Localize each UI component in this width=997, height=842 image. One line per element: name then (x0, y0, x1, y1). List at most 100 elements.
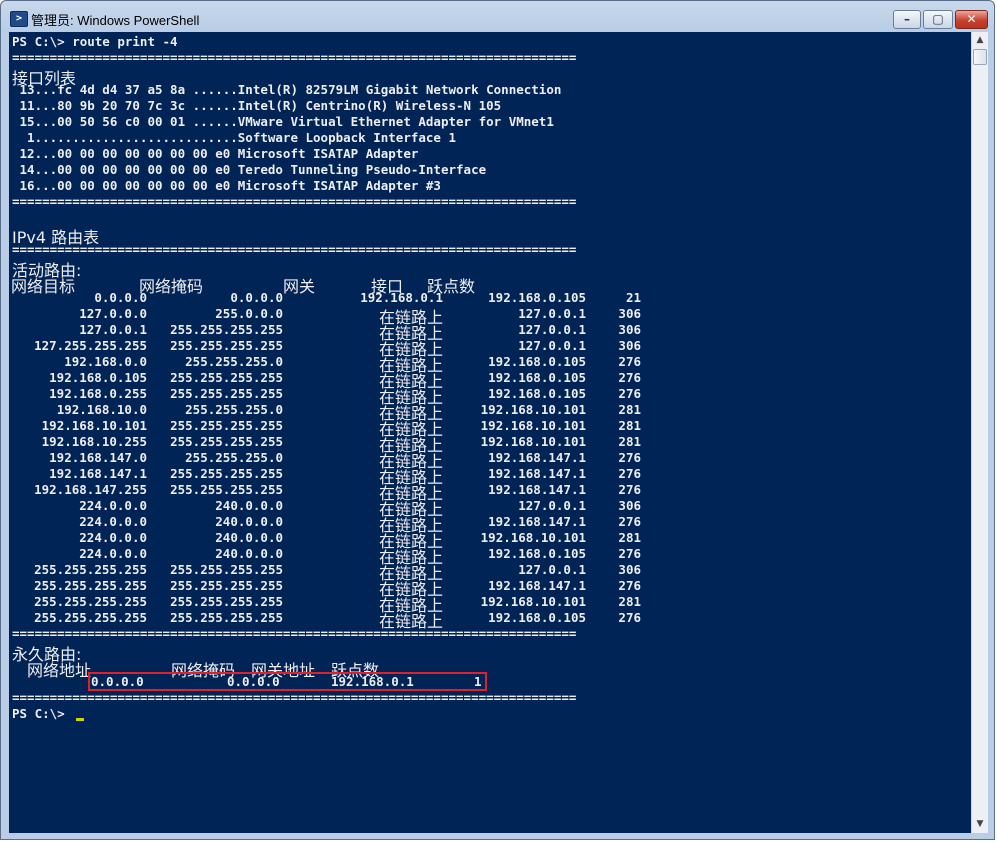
table-row: 127.0.0.0 255.0.0.0 在链路上 127.0.0.1 306 (9, 306, 659, 327)
table-row: 224.0.0.0 240.0.0.0 在链路上 127.0.0.1 306 (9, 498, 659, 519)
route-interface: 192.168.10.101 (480, 418, 586, 433)
route-destination: 224.0.0.0 (79, 546, 147, 561)
route-destination: 224.0.0.0 (79, 514, 147, 529)
interface-list-heading: 接口列表 (12, 69, 77, 88)
route-metric: 276 (618, 354, 641, 369)
route-interface: 127.0.0.1 (518, 322, 586, 337)
route-metric: 276 (618, 386, 641, 401)
route-metric: 306 (618, 306, 641, 321)
table-row: 224.0.0.0 240.0.0.0 在链路上 192.168.10.101 281 (9, 530, 659, 551)
route-destination: 192.168.147.0 (49, 450, 147, 465)
active-routes-heading: 活动路由: (12, 261, 82, 280)
route-netmask: 255.255.255.255 (170, 418, 283, 433)
minimize-button[interactable]: – (893, 10, 921, 29)
interface-line: 13...fc 4d d4 37 a5 8a ......Intel(R) 82… (12, 82, 562, 97)
text-cursor (76, 718, 84, 721)
window-title: 管理员: Windows PowerShell (31, 13, 200, 28)
route-destination: 255.255.255.255 (34, 594, 147, 609)
route-destination: 127.0.0.1 (79, 322, 147, 337)
route-destination: 224.0.0.0 (79, 530, 147, 545)
route-interface: 192.168.10.101 (480, 434, 586, 449)
scroll-thumb[interactable] (973, 49, 987, 65)
route-gateway: 192.168.0.1 (360, 290, 443, 305)
table-row: 192.168.147.1 255.255.255.255 在链路上 192.168.… (9, 466, 659, 487)
separator: ========================================… (12, 194, 577, 209)
route-interface: 192.168.10.101 (480, 402, 586, 417)
route-metric: 276 (618, 450, 641, 465)
route-destination: 192.168.0.255 (49, 386, 147, 401)
route-netmask: 255.255.255.255 (170, 322, 283, 337)
table-row: 192.168.147.255 255.255.255.255 在链路上 192.16… (9, 482, 659, 503)
route-netmask: 240.0.0.0 (215, 498, 283, 513)
scroll-up-arrow-icon[interactable]: ▲ (972, 32, 988, 49)
route-metric: 21 (625, 290, 641, 305)
route-interface: 192.168.147.1 (488, 578, 586, 593)
route-destination: 192.168.147.255 (34, 482, 147, 497)
title-bar[interactable]: > 管理员: Windows PowerShell – ▢ ✕ (1, 1, 994, 33)
powershell-icon[interactable]: > (10, 11, 28, 27)
separator: ========================================… (12, 690, 577, 705)
route-netmask: 255.255.255.255 (170, 562, 283, 577)
route-interface: 127.0.0.1 (518, 338, 586, 353)
maximize-button[interactable]: ▢ (923, 10, 953, 29)
table-row: 127.255.255.255 255.255.255.255 在链路上 127.0.… (9, 338, 659, 359)
table-row: 192.168.10.0 255.255.255.0 在链路上 192.168.10.… (9, 402, 659, 423)
active-col-destination: 网络目标 (11, 277, 76, 296)
route-destination: 127.0.0.0 (79, 306, 147, 321)
highlight-annotation-box (88, 672, 487, 691)
route-destination: 0.0.0.0 (94, 290, 147, 305)
route-metric: 281 (618, 402, 641, 417)
route-interface: 127.0.0.1 (518, 498, 586, 513)
route-metric: 306 (618, 562, 641, 577)
route-interface: 192.168.0.105 (488, 370, 586, 385)
route-netmask: 255.255.255.0 (185, 450, 283, 465)
table-row: 192.168.0.105 255.255.255.255 在链路上 192.168.… (9, 370, 659, 391)
prompt-command: PS C:\> route print -4 (12, 34, 178, 49)
interface-line: 16...00 00 00 00 00 00 00 e0 Microsoft I… (12, 178, 441, 193)
ipv4-heading: IPv4 路由表 (12, 228, 100, 247)
table-row: 224.0.0.0 240.0.0.0 在链路上 192.168.0.105 276 (9, 546, 659, 567)
separator: ========================================… (12, 50, 577, 65)
scroll-down-arrow-icon[interactable]: ▼ (972, 816, 988, 833)
route-destination: 255.255.255.255 (34, 610, 147, 625)
route-interface: 192.168.147.1 (488, 514, 586, 529)
route-interface: 127.0.0.1 (518, 562, 586, 577)
vertical-scrollbar[interactable]: ▲ ▼ (971, 32, 988, 833)
route-destination: 192.168.0.0 (64, 354, 147, 369)
active-col-metric: 跃点数 (427, 277, 476, 296)
route-metric: 276 (618, 466, 641, 481)
table-row: 255.255.255.255 255.255.255.255 在链路上 127.0.… (9, 562, 659, 583)
route-netmask: 255.0.0.0 (215, 306, 283, 321)
route-destination: 255.255.255.255 (34, 562, 147, 577)
route-interface: 192.168.0.105 (488, 610, 586, 625)
route-netmask: 255.255.255.255 (170, 466, 283, 481)
persistent-col-metric: 跃点数 (331, 661, 380, 680)
route-destination: 192.168.147.1 (49, 466, 147, 481)
route-destination: 192.168.10.255 (41, 434, 147, 449)
final-prompt: PS C:\> (12, 706, 73, 721)
powershell-window: > 管理员: Windows PowerShell – ▢ ✕ PS C:\> … (0, 0, 995, 840)
table-row: 0.0.0.0 0.0.0.0 192.168.0.1 192.168.0.105 21 (9, 290, 659, 306)
route-metric: 281 (618, 594, 641, 609)
console-output[interactable]: PS C:\> route print -4 =================… (9, 32, 971, 833)
active-col-interface: 接口 (371, 277, 404, 296)
route-netmask: 255.255.255.255 (170, 594, 283, 609)
route-metric: 276 (618, 546, 641, 561)
table-row: 192.168.0.255 255.255.255.255 在链路上 192.168.… (9, 386, 659, 407)
route-destination: 192.168.0.105 (49, 370, 147, 385)
persistent-col-address: 网络地址 (27, 661, 92, 680)
route-interface: 192.168.0.105 (488, 290, 586, 305)
close-button[interactable]: ✕ (955, 10, 988, 29)
route-metric: 276 (618, 482, 641, 497)
route-destination: 192.168.10.101 (41, 418, 147, 433)
route-netmask: 255.255.255.0 (185, 402, 283, 417)
table-row: 255.255.255.255 255.255.255.255 在链路上 192.16… (9, 594, 659, 615)
route-netmask: 240.0.0.0 (215, 514, 283, 529)
separator: ========================================… (12, 626, 577, 641)
route-interface: 192.168.0.105 (488, 546, 586, 561)
route-interface: 192.168.147.1 (488, 482, 586, 497)
table-row: 224.0.0.0 240.0.0.0 在链路上 192.168.147.1 276 (9, 514, 659, 535)
interface-line: 12...00 00 00 00 00 00 00 e0 Microsoft I… (12, 146, 419, 161)
table-row: 127.0.0.1 255.255.255.255 在链路上 127.0.0.1 306 (9, 322, 659, 343)
table-row: 192.168.10.255 255.255.255.255 在链路上 192.168… (9, 434, 659, 455)
